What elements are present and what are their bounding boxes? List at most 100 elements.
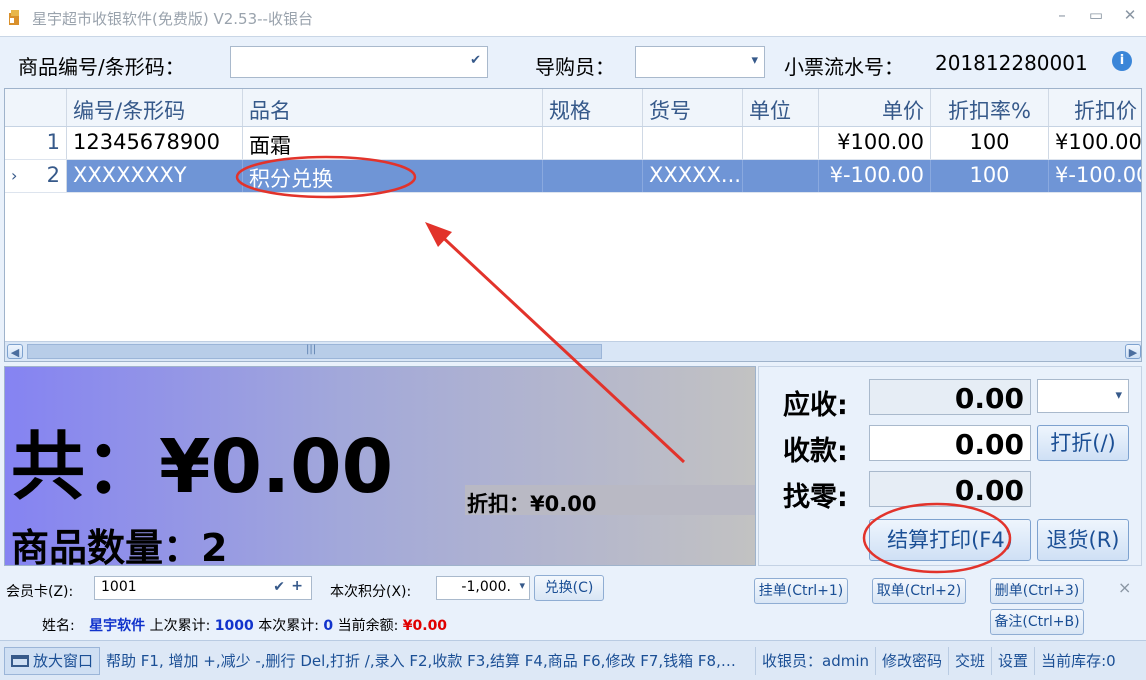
points-input[interactable]: -1,000. ▾ [436, 576, 530, 600]
cell-price[interactable]: ¥100.00 [819, 127, 931, 159]
title-bar: 星宇超市收银软件(免费版) V2.53--收银台 – ▭ ✕ [0, 0, 1146, 36]
cashier-label: 收银员：admin [756, 646, 877, 675]
window-title: 星宇超市收银软件(免费版) V2.53--收银台 [32, 9, 313, 28]
scroll-left-icon[interactable]: ◀ [7, 344, 23, 359]
retrieve-order-button[interactable]: 取单(Ctrl+2) [872, 578, 966, 604]
member-card-label: 会员卡(Z): [6, 584, 74, 600]
sales-grid: 编号/条形码 品名 规格 货号 单位 单价 折扣率% 折扣价 1 1234567… [4, 88, 1142, 362]
maximize-window-label: 放大窗口 [33, 651, 94, 670]
cell-name[interactable]: 积分兑换 [243, 160, 543, 192]
discount-button[interactable]: 打折(/) [1037, 425, 1129, 461]
table-row[interactable]: 1 12345678900 面霜 ¥100.00 100 ¥100.00 [5, 127, 1141, 160]
item-count: 商品数量：2 [11, 526, 228, 570]
note-button[interactable]: 备注(Ctrl+B) [990, 609, 1084, 635]
delete-order-button[interactable]: 删单(Ctrl+3) [990, 578, 1084, 604]
points-value: -1,000. [461, 579, 511, 595]
paid-input[interactable]: 0.00 [869, 425, 1031, 461]
member-name: 星宇软件 [89, 618, 146, 634]
balance-value: ¥0.00 [402, 618, 448, 634]
maximize-window-button[interactable]: 放大窗口 [4, 646, 101, 675]
cell-rate[interactable]: 100 [931, 127, 1049, 159]
column-header[interactable]: 规格 [543, 89, 643, 126]
column-header[interactable]: 品名 [243, 89, 543, 126]
return-button[interactable]: 退货(R) [1037, 519, 1129, 561]
chevron-down-icon[interactable]: ✔ [470, 53, 481, 68]
change-password-link[interactable]: 修改密码 [876, 646, 950, 675]
row-index: › 2 [5, 160, 67, 192]
hold-order-button[interactable]: 挂单(Ctrl+1) [754, 578, 848, 604]
change-label: 找零: [783, 482, 848, 513]
chevron-down-icon[interactable]: ▾ [751, 53, 758, 68]
cell-item-no[interactable]: XXXXX... [643, 160, 743, 192]
column-header[interactable]: 单位 [743, 89, 819, 126]
column-header[interactable]: 编号/条形码 [67, 89, 243, 126]
member-bar: 会员卡(Z): 1001 ✔ + 本次积分(X): -1,000. ▾ 兑换(C… [0, 570, 1146, 640]
cell-disc-price[interactable]: ¥100.00 [1049, 127, 1141, 159]
row-header-corner [5, 89, 67, 126]
receipt-label: 小票流水号： [784, 55, 904, 79]
cell-name[interactable]: 面霜 [243, 127, 543, 159]
chevron-down-icon[interactable]: ▾ [519, 579, 525, 592]
maximize-button[interactable]: ▭ [1086, 6, 1106, 24]
shift-link[interactable]: 交班 [949, 646, 993, 675]
points-label: 本次积分(X): [330, 584, 412, 600]
chevron-down-icon[interactable]: ▾ [1115, 388, 1122, 403]
add-icon[interactable]: + [291, 578, 303, 594]
paid-label: 收款: [783, 436, 848, 467]
receipt-number: 201812280001 [935, 51, 1088, 75]
member-card-input[interactable]: 1001 ✔ + [94, 576, 312, 600]
column-header[interactable]: 折扣价 [1049, 89, 1141, 126]
receivable-field: 0.00 [869, 379, 1031, 415]
cell-code[interactable]: 12345678900 [67, 127, 243, 159]
checkout-print-button[interactable]: 结算打印(F4) [869, 519, 1031, 561]
member-card-value: 1001 [101, 579, 137, 595]
row-index: 1 [5, 127, 67, 159]
barcode-label: 商品编号/条形码： [18, 55, 185, 79]
cell-unit[interactable] [743, 127, 819, 159]
column-header[interactable]: 折扣率% [931, 89, 1049, 126]
guide-select[interactable]: ▾ [635, 46, 765, 78]
receivable-label: 应收: [783, 390, 848, 421]
barcode-input[interactable]: ✔ [230, 46, 488, 78]
status-bar: 放大窗口 帮助 F1, 增加 +,减少 -,删行 Del,打折 /,录入 F2,… [0, 640, 1146, 680]
check-icon[interactable]: ✔ [273, 579, 285, 595]
window-icon [11, 654, 29, 667]
cell-price[interactable]: ¥-100.00 [819, 160, 931, 192]
table-row-selected[interactable]: › 2 XXXXXXXY 积分兑换 XXXXX... ¥-100.00 100 … [5, 160, 1141, 193]
guide-label: 导购员： [535, 55, 615, 79]
this-total-label: 本次累计: [258, 618, 319, 634]
top-toolbar: 商品编号/条形码： ✔ 导购员： ▾ 小票流水号： 201812280001 i [0, 36, 1146, 88]
cell-disc-price[interactable]: ¥-100.00 [1049, 160, 1141, 192]
exchange-button[interactable]: 兑换(C) [534, 575, 604, 601]
balance-label: 当前余额: [337, 618, 399, 634]
close-button[interactable]: ✕ [1120, 6, 1140, 24]
column-header[interactable]: 单价 [819, 89, 931, 126]
receivable-select[interactable]: ▾ [1037, 379, 1129, 413]
column-header[interactable]: 货号 [643, 89, 743, 126]
close-icon[interactable]: × [1118, 578, 1131, 597]
horizontal-scrollbar[interactable]: ◀ ||| ▶ [5, 341, 1141, 361]
settings-link[interactable]: 设置 [992, 646, 1036, 675]
last-total-label: 上次累计: [149, 618, 211, 634]
cell-item-no[interactable] [643, 127, 743, 159]
cell-spec[interactable] [543, 160, 643, 192]
info-icon[interactable]: i [1112, 51, 1132, 71]
scroll-right-icon[interactable]: ▶ [1125, 344, 1141, 359]
total-panel: 共：¥0.00 折扣：¥0.00 商品数量：2 [4, 366, 756, 570]
cell-unit[interactable] [743, 160, 819, 192]
minimize-button[interactable]: – [1052, 6, 1072, 24]
cell-code[interactable]: XXXXXXXY [67, 160, 243, 192]
scroll-thumb[interactable]: ||| [27, 344, 602, 359]
name-label: 姓名: [42, 618, 75, 634]
row-index-number: 2 [46, 163, 60, 187]
grip-icon: ||| [306, 344, 317, 355]
help-text: 帮助 F1, 增加 +,减少 -,删行 Del,打折 /,录入 F2,收款 F3… [100, 646, 757, 675]
current-row-marker-icon: › [11, 166, 18, 185]
total-amount: 共：¥0.00 [11, 424, 394, 510]
last-total-value: 1000 [214, 618, 254, 634]
cell-rate[interactable]: 100 [931, 160, 1049, 192]
member-info-line: 姓名: 星宇软件 上次累计: 1000 本次累计: 0 当前余额: ¥0.00 [42, 615, 447, 635]
change-field: 0.00 [869, 471, 1031, 507]
stock-label: 当前库存:0 [1041, 651, 1116, 670]
cell-spec[interactable] [543, 127, 643, 159]
